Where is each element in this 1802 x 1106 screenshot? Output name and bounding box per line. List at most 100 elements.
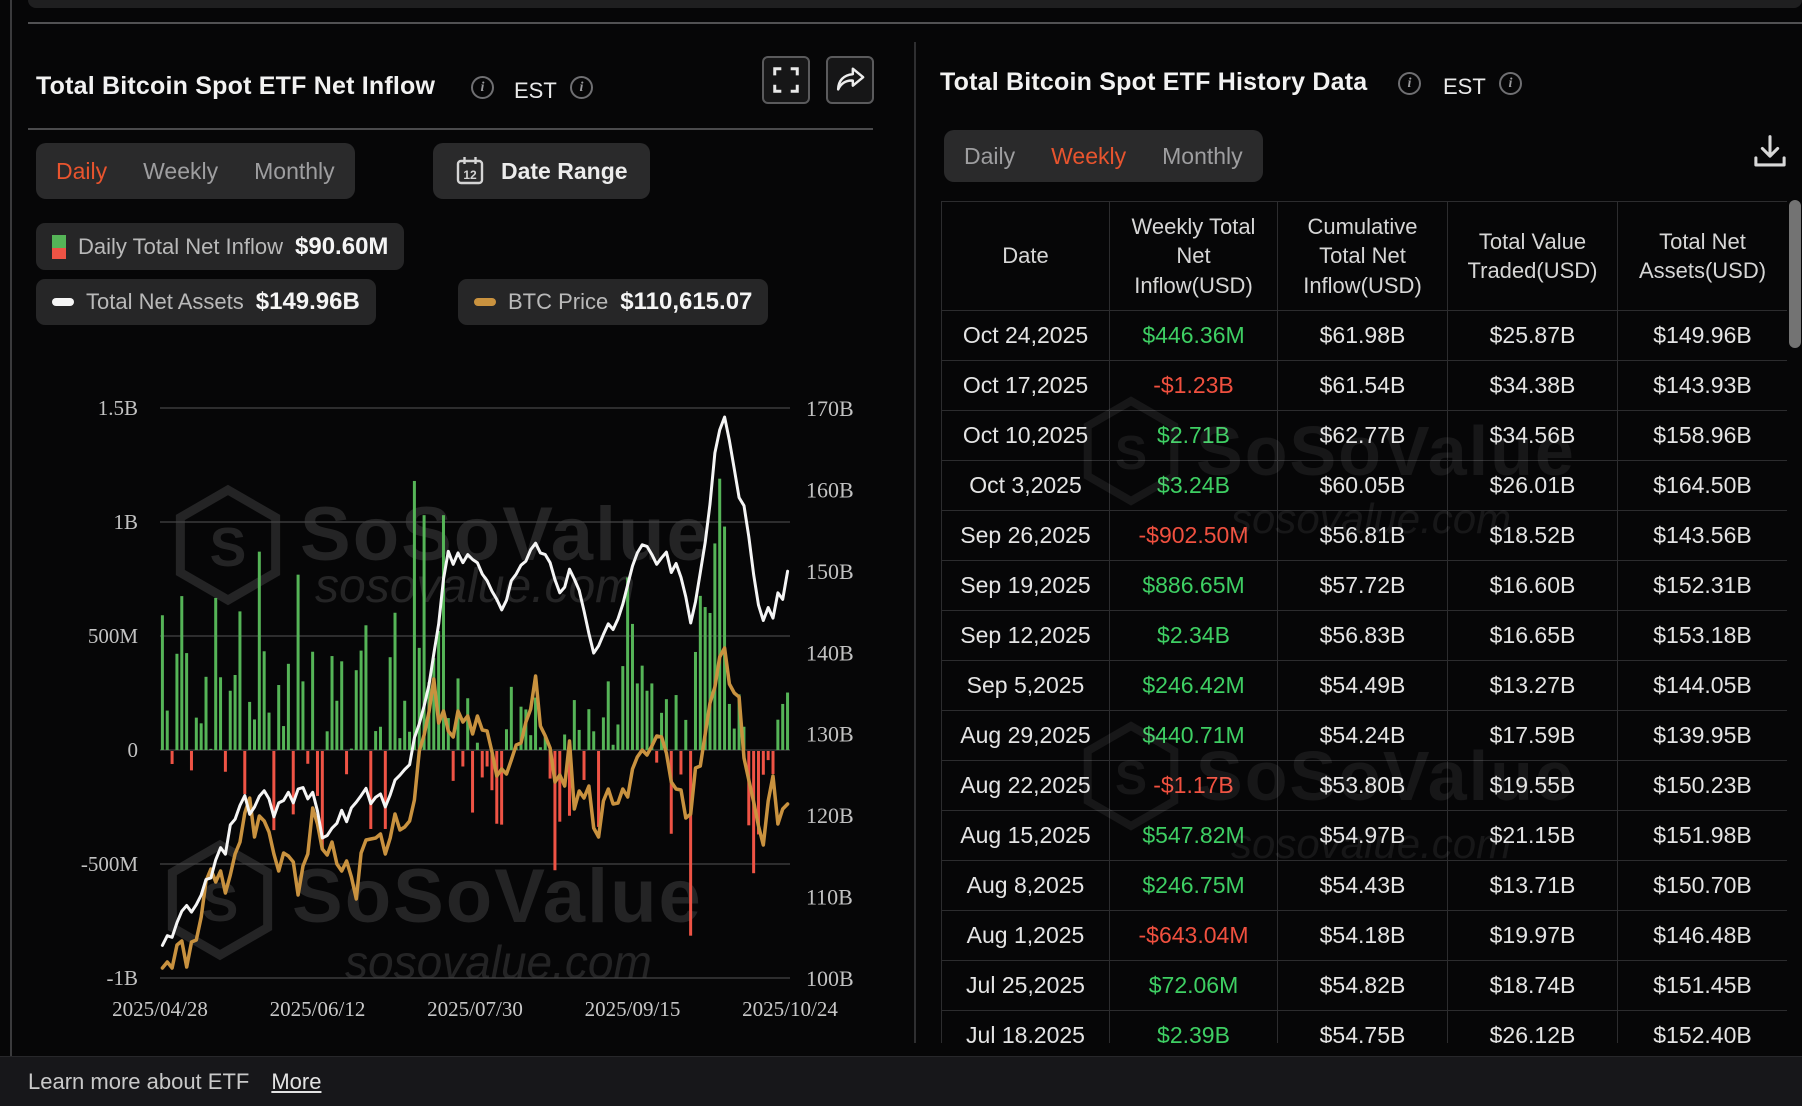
right-axis-tick: 120B xyxy=(806,803,854,828)
daily-inflow-bar xyxy=(786,692,790,750)
cell-date: Jul 25,2025 xyxy=(941,960,1110,1011)
daily-inflow-bar xyxy=(548,751,552,779)
daily-inflow-bar xyxy=(509,686,513,750)
table-row: Sep 26,2025 -$902.50M $56.81B $18.52B $143.5… xyxy=(941,510,1787,561)
tab-weekly[interactable]: Weekly xyxy=(143,158,218,185)
cell-value: $246.42M xyxy=(1109,660,1278,711)
daily-inflow-bar xyxy=(577,729,581,750)
cell-value: $53.80B xyxy=(1277,760,1448,811)
cell-value: $62.77B xyxy=(1277,410,1448,461)
legend-btc-price[interactable]: BTC Price $110,615.07 xyxy=(458,279,769,325)
cell-value: $149.96B xyxy=(1617,310,1787,361)
legend-label: Daily Total Net Inflow xyxy=(78,233,284,259)
info-glyph: i xyxy=(579,79,584,95)
cell-value: $440.71M xyxy=(1109,710,1278,761)
cell-date: Sep 26,2025 xyxy=(941,510,1110,561)
daily-inflow-bar xyxy=(553,751,557,871)
cell-value: $60.05B xyxy=(1277,460,1448,511)
cell-value: $21.15B xyxy=(1447,810,1618,861)
col-net-assets: Total Net Assets(USD) xyxy=(1617,201,1787,311)
cell-date: Aug 29,2025 xyxy=(941,710,1110,761)
share-button[interactable] xyxy=(826,56,874,104)
share-icon xyxy=(836,67,865,91)
cell-value: $18.74B xyxy=(1447,960,1618,1011)
info-icon[interactable]: i xyxy=(570,76,593,99)
legend-daily-net-inflow[interactable]: Daily Total Net Inflow $90.60M xyxy=(36,223,405,270)
more-link[interactable]: More xyxy=(271,1069,321,1095)
calendar-day-number: 12 xyxy=(463,168,477,182)
daily-inflow-bar xyxy=(635,683,639,750)
daily-inflow-bar xyxy=(180,596,184,750)
daily-inflow-bar xyxy=(403,700,407,750)
daily-inflow-bar xyxy=(718,478,722,750)
daily-inflow-bar xyxy=(698,595,702,750)
table-row: Jul 25,2025 $72.06M $54.82B $18.74B $151.45B xyxy=(941,960,1787,1011)
daily-inflow-bar xyxy=(204,676,208,750)
daily-inflow-bar xyxy=(490,751,494,791)
tab-monthly[interactable]: Monthly xyxy=(1162,143,1243,170)
net-assets-line xyxy=(160,415,790,947)
tab-monthly[interactable]: Monthly xyxy=(254,158,335,185)
info-icon[interactable]: i xyxy=(1398,72,1421,95)
cell-value: $16.65B xyxy=(1447,610,1618,661)
left-axis-tick: 0 xyxy=(128,738,139,762)
daily-inflow-bar xyxy=(383,751,387,829)
cell-date: Sep 5,2025 xyxy=(941,660,1110,711)
tab-daily[interactable]: Daily xyxy=(964,143,1015,170)
info-icon[interactable]: i xyxy=(471,76,494,99)
date-range-button[interactable]: 12 Date Range xyxy=(433,143,650,199)
daily-inflow-bar xyxy=(761,751,765,775)
right-period-tabs: Daily Weekly Monthly xyxy=(944,130,1263,182)
daily-inflow-bar xyxy=(592,731,596,750)
table-row: Sep 19,2025 $886.65M $57.72B $16.60B $152.31… xyxy=(941,560,1787,611)
cell-value: $26.01B xyxy=(1447,460,1618,511)
daily-inflow-bar xyxy=(766,751,770,761)
daily-inflow-bar xyxy=(611,744,615,750)
cell-value: $151.98B xyxy=(1617,810,1787,861)
cell-value: $54.49B xyxy=(1277,660,1448,711)
left-header-separator xyxy=(28,128,873,130)
x-axis-tick: 2025/07/30 xyxy=(427,997,523,1021)
cell-value: $153.18B xyxy=(1617,610,1787,661)
svg-text:SoSoValue: SoSoValue xyxy=(292,854,703,939)
daily-inflow-bar xyxy=(563,734,567,750)
table-row: Sep 5,2025 $246.42M $54.49B $13.27B $144.05B xyxy=(941,660,1787,711)
cell-value: $54.18B xyxy=(1277,910,1448,961)
cell-value: $144.05B xyxy=(1617,660,1787,711)
table-row: Aug 22,2025 -$1.17B $53.80B $19.55B $150.23B xyxy=(941,760,1787,811)
daily-inflow-bar xyxy=(446,718,450,750)
tab-daily[interactable]: Daily xyxy=(56,158,107,185)
right-axis-tick: 140B xyxy=(806,640,854,665)
etf-dashboard: Total Bitcoin Spot ETF Net Inflow i EST … xyxy=(0,0,1802,1106)
daily-inflow-bar xyxy=(374,731,378,750)
btc-price-line xyxy=(160,646,790,970)
daily-inflow-bar xyxy=(359,650,363,750)
daily-inflow-bar xyxy=(325,731,329,750)
daily-inflow-bar xyxy=(534,697,538,750)
cell-value: $164.50B xyxy=(1617,460,1787,511)
green-red-bar-icon xyxy=(52,234,66,259)
daily-inflow-bar xyxy=(776,719,780,750)
daily-inflow-bar xyxy=(572,700,576,750)
daily-inflow-bar xyxy=(461,751,465,767)
cell-value: $19.97B xyxy=(1447,910,1618,961)
col-value-traded: Total Value Traded(USD) xyxy=(1447,201,1618,311)
fullscreen-button[interactable] xyxy=(762,56,810,104)
x-axis-tick: 2025/04/28 xyxy=(112,997,208,1021)
daily-inflow-bar xyxy=(422,515,426,750)
download-button[interactable] xyxy=(1750,132,1790,172)
cell-date: Jul 18,2025 xyxy=(941,1010,1110,1043)
cell-date: Sep 19,2025 xyxy=(941,560,1110,611)
daily-inflow-bar xyxy=(771,751,775,775)
daily-inflow-bar xyxy=(480,751,484,778)
cell-value: $446.36M xyxy=(1109,310,1278,361)
info-icon[interactable]: i xyxy=(1499,72,1522,95)
daily-inflow-bar xyxy=(669,751,673,834)
table-scrollbar-thumb[interactable] xyxy=(1789,200,1801,348)
legend-total-net-assets[interactable]: Total Net Assets $149.96B xyxy=(36,279,376,325)
tab-weekly[interactable]: Weekly xyxy=(1051,143,1126,170)
table-row: Sep 12,2025 $2.34B $56.83B $16.65B $153.18B xyxy=(941,610,1787,661)
daily-inflow-bar xyxy=(655,751,659,763)
daily-inflow-bar xyxy=(756,751,760,835)
right-axis-tick: 110B xyxy=(806,885,853,910)
